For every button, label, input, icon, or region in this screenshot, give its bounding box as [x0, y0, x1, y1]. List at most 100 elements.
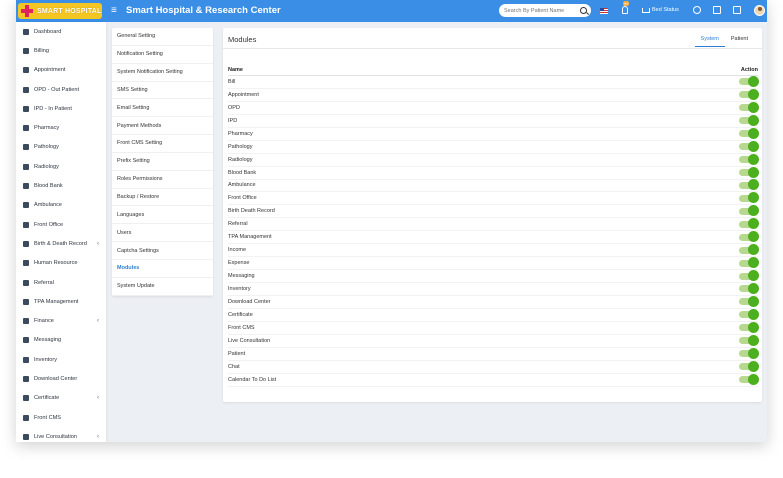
sidebar-item-front-office[interactable]: Front Office	[16, 215, 106, 234]
module-toggle[interactable]	[739, 257, 759, 269]
module-toggle[interactable]	[739, 179, 759, 191]
user-avatar[interactable]	[754, 5, 765, 16]
table-row: Calendar To Do List	[228, 373, 759, 387]
sidebar-item-messaging[interactable]: Messaging	[16, 331, 106, 350]
tab-system[interactable]: System	[694, 33, 725, 47]
module-toggle[interactable]	[739, 101, 759, 113]
calendar-icon[interactable]	[713, 6, 721, 14]
us-flag-icon[interactable]	[600, 8, 608, 14]
settings-menu-item[interactable]: System Update	[112, 278, 213, 296]
sidebar-item-birth-death-record[interactable]: Birth & Death Record ‹	[16, 234, 106, 253]
sidebar-item-label: Finance	[34, 318, 54, 325]
table-row: TPA Management	[228, 231, 759, 245]
modules-panel: Modules System Patient Name Action Bill A…	[223, 28, 762, 402]
sidebar-item-live-consultation[interactable]: Live Consultation ‹	[16, 427, 106, 442]
module-toggle[interactable]	[739, 282, 759, 294]
app-title: Smart Hospital & Research Center	[126, 5, 281, 16]
settings-menu-item[interactable]: Captcha Settings	[112, 242, 213, 260]
toggle-knob	[748, 192, 759, 204]
module-toggle[interactable]	[739, 373, 759, 385]
settings-menu-item-active[interactable]: Modules	[112, 260, 213, 278]
module-toggle[interactable]	[739, 127, 759, 139]
sidebar-item-download-center[interactable]: Download Center	[16, 369, 106, 388]
module-toggle[interactable]	[739, 75, 759, 87]
toggle-knob	[748, 282, 759, 294]
sidebar-item-blood-bank[interactable]: Blood Bank	[16, 176, 106, 195]
sidebar-item-certificate[interactable]: Certificate ‹	[16, 389, 106, 408]
whatsapp-icon[interactable]	[693, 6, 701, 14]
download-icon	[23, 375, 29, 382]
sidebar-item-appointment[interactable]: Appointment	[16, 61, 106, 80]
sidebar-item-ipd[interactable]: IPD - In Patient	[16, 99, 106, 118]
module-toggle[interactable]	[739, 321, 759, 333]
settings-menu-item[interactable]: General Setting	[112, 28, 213, 46]
settings-menu-item[interactable]: Front CMS Setting	[112, 135, 213, 153]
patient-search-input[interactable]	[504, 7, 580, 14]
module-name: Front CMS	[228, 324, 255, 331]
radiation-icon	[23, 163, 29, 170]
sidebar-item-pathology[interactable]: Pathology	[16, 138, 106, 157]
module-toggle[interactable]	[739, 192, 759, 204]
top-navbar: SMART HOSPITAL ≡ Smart Hospital & Resear…	[16, 0, 767, 22]
users-icon	[23, 279, 29, 286]
sidebar-item-ambulance[interactable]: Ambulance	[16, 196, 106, 215]
sidebar-item-human-resource[interactable]: Human Resource	[16, 254, 106, 273]
module-toggle[interactable]	[739, 153, 759, 165]
toggle-knob	[748, 166, 759, 178]
medical-cross-icon	[20, 4, 34, 18]
sidebar-item-inventory[interactable]: Inventory	[16, 350, 106, 369]
module-name: Appointment	[228, 91, 259, 98]
menu-toggle-icon[interactable]: ≡	[111, 5, 117, 16]
module-name: IPD	[228, 117, 238, 124]
module-name: Expense	[228, 260, 250, 267]
table-row: Referral	[228, 218, 759, 232]
settings-menu-item[interactable]: Languages	[112, 206, 213, 225]
sidebar-item-tpa-management[interactable]: TPA Management	[16, 292, 106, 311]
settings-menu-item[interactable]: Backup / Restore	[112, 189, 213, 207]
bed-icon[interactable]	[642, 8, 650, 13]
app-logo[interactable]: SMART HOSPITAL	[18, 3, 102, 19]
module-toggle[interactable]	[739, 244, 759, 256]
settings-menu-item[interactable]: Roles Permissions	[112, 171, 213, 189]
settings-menu-item[interactable]: Users	[112, 224, 213, 243]
module-name: Certificate	[228, 311, 253, 318]
module-toggle[interactable]	[739, 360, 759, 372]
module-toggle[interactable]	[739, 334, 759, 346]
settings-menu-item[interactable]: System Notification Setting	[112, 64, 213, 82]
checkbox-icon[interactable]	[733, 6, 741, 14]
bell-icon[interactable]	[622, 6, 628, 14]
module-toggle[interactable]	[739, 88, 759, 100]
sidebar-item-radiology[interactable]: Radiology	[16, 157, 106, 176]
video-icon	[23, 433, 29, 440]
bed-status-link[interactable]: Bed Status	[652, 7, 679, 13]
module-toggle[interactable]	[739, 308, 759, 320]
mortar-icon	[23, 125, 29, 132]
settings-menu-item[interactable]: Email Setting	[112, 99, 213, 118]
module-toggle[interactable]	[739, 140, 759, 152]
settings-menu-item[interactable]: Prefix Setting	[112, 153, 213, 171]
module-toggle[interactable]	[739, 231, 759, 243]
module-toggle[interactable]	[739, 114, 759, 126]
search-icon[interactable]	[580, 7, 587, 14]
sidebar-item-label: Birth & Death Record	[34, 240, 87, 247]
table-row: Front Office	[228, 192, 759, 206]
module-toggle[interactable]	[739, 347, 759, 359]
settings-menu-item[interactable]: SMS Setting	[112, 82, 213, 100]
module-toggle[interactable]	[739, 166, 759, 178]
settings-menu-item[interactable]: Notification Setting	[112, 46, 213, 64]
module-toggle[interactable]	[739, 205, 759, 217]
tab-patient[interactable]: Patient	[725, 33, 754, 47]
sidebar-item-pharmacy[interactable]: Pharmacy	[16, 118, 106, 137]
module-toggle[interactable]	[739, 270, 759, 282]
settings-menu-item[interactable]: Payment Methods	[112, 117, 213, 136]
sidebar-item-opd[interactable]: OPD - Out Patient	[16, 80, 106, 99]
table-row: Blood Bank	[228, 166, 759, 180]
module-toggle[interactable]	[739, 295, 759, 307]
sidebar-item-front-cms[interactable]: Front CMS	[16, 408, 106, 427]
sidebar-item-referral[interactable]: Referral	[16, 273, 106, 292]
sidebar-item-dashboard[interactable]: Dashboard	[16, 22, 106, 41]
module-toggle[interactable]	[739, 218, 759, 230]
sidebar-item-finance[interactable]: Finance ‹	[16, 311, 106, 330]
module-name: Pathology	[228, 143, 253, 150]
sidebar-item-billing[interactable]: Billing	[16, 41, 106, 60]
